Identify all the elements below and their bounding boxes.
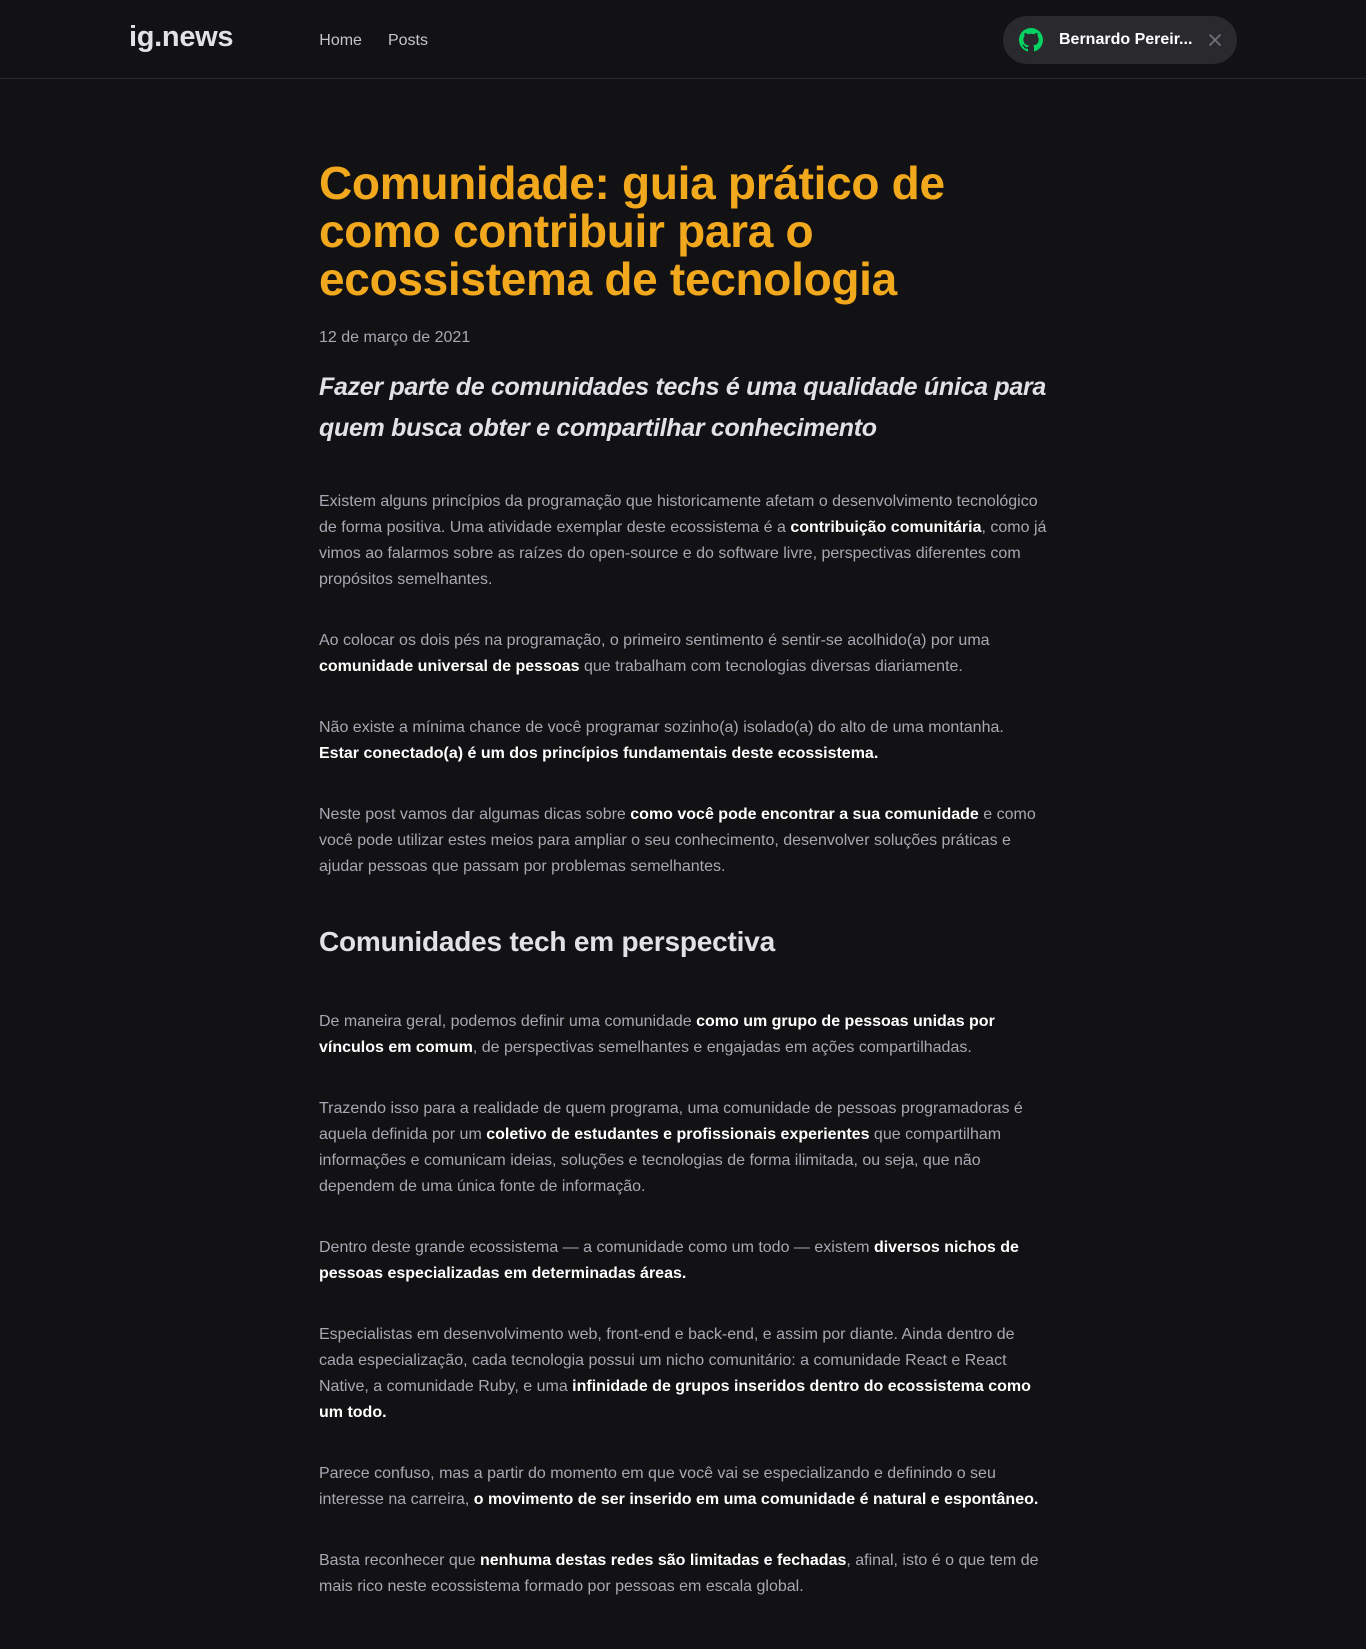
nav-link-home[interactable]: Home [319,1,362,80]
close-icon[interactable] [1207,32,1223,48]
main-nav: Home Posts [319,0,428,79]
text-bold: nenhuma destas redes são limitadas e fec… [480,1552,847,1569]
post-main: Comunidade: guia prático de como contrib… [319,79,1047,1600]
paragraph: Parece confuso, mas a partir do momento … [319,1461,1047,1513]
paragraph: Neste post vamos dar algumas dicas sobre… [319,802,1047,880]
user-signin-button[interactable]: Bernardo Pereir... [1003,15,1237,64]
paragraph: Existem alguns princípios da programação… [319,489,1047,593]
paragraph: Ao colocar os dois pés na programação, o… [319,628,1047,680]
paragraph: De maneira geral, podemos definir uma co… [319,1009,1047,1061]
text: De maneira geral, podemos definir uma co… [319,1013,697,1030]
nav-link-posts[interactable]: Posts [388,1,428,80]
logo[interactable]: ig.news [129,21,234,54]
header-container: ig.news Home Posts Bernardo Pereir... [129,0,1237,79]
paragraph: Trazendo isso para a realidade de quem p… [319,1096,1047,1200]
text-bold: coletivo de estudantes e profissionais e… [486,1126,870,1143]
text: Basta reconhecer que [319,1552,480,1569]
post-article: Comunidade: guia prático de como contrib… [319,159,1047,1600]
text-bold: Estar conectado(a) é um dos princípios f… [319,745,879,762]
text-bold: o movimento de ser inserido em uma comun… [473,1491,1039,1508]
site-header: ig.news Home Posts Bernardo Pereir... [0,0,1366,79]
text: Dentro deste grande ecossistema — a comu… [319,1239,874,1256]
section-heading: Comunidades tech em perspectiva [319,926,775,957]
paragraph: Dentro deste grande ecossistema — a comu… [319,1235,1047,1287]
text: , de perspectivas semelhantes e engajada… [472,1039,972,1056]
paragraph: Não existe a mínima chance de você progr… [319,715,1047,767]
paragraph: Basta reconhecer que nenhuma destas rede… [319,1548,1047,1600]
post-title: Comunidade: guia prático de como contrib… [319,157,945,305]
text-bold: como você pode encontrar a sua comunidad… [630,806,979,823]
text: Neste post vamos dar algumas dicas sobre [319,806,631,823]
github-icon [1019,27,1043,52]
text: que trabalham com tecnologias diversas d… [579,658,963,675]
text: Ao colocar os dois pés na programação, o… [319,632,990,649]
post-content: Fazer parte de comunidades techs é uma q… [319,367,1047,1600]
post-date: 12 de março de 2021 [319,329,471,346]
text: Não existe a mínima chance de você progr… [319,719,1004,736]
paragraph: Especialistas em desenvolvimento web, fr… [319,1322,1047,1426]
text-bold: contribuição comunitária [790,519,982,536]
user-name: Bernardo Pereir... [1059,30,1193,48]
post-lead: Fazer parte de comunidades techs é uma q… [319,373,1046,442]
text-bold: comunidade universal de pessoas [319,658,580,675]
